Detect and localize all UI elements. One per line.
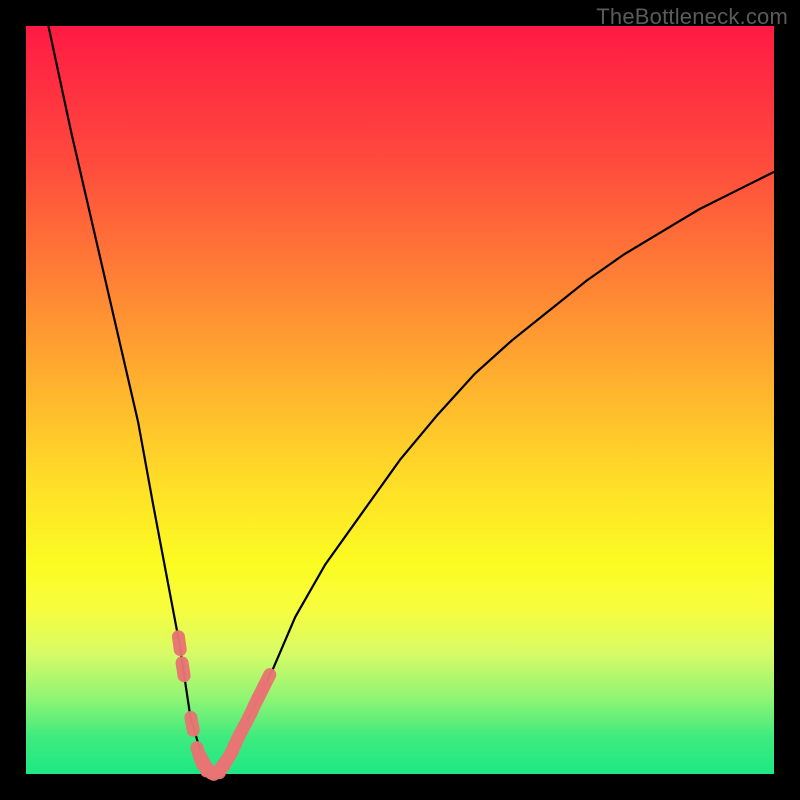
- curve-marker: [171, 629, 188, 657]
- bottleneck-curve: [48, 26, 774, 772]
- watermark-text: TheBottleneck.com: [596, 4, 788, 30]
- curve-marker: [175, 655, 192, 683]
- marker-group: [171, 629, 278, 783]
- chart-svg: [26, 26, 774, 774]
- chart-area: [26, 26, 774, 774]
- curve-marker: [183, 710, 201, 738]
